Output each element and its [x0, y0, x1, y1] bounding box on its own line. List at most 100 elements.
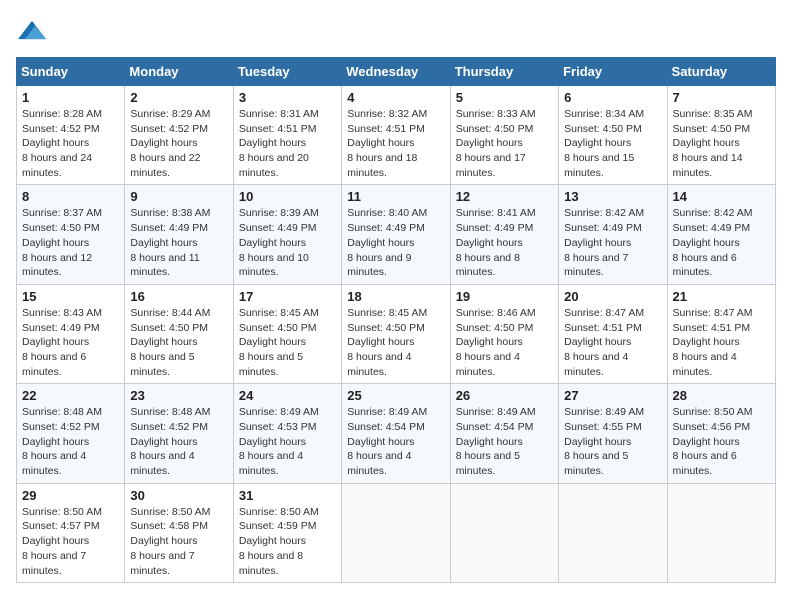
calendar-week-row: 1 Sunrise: 8:28 AMSunset: 4:52 PMDaylight…: [17, 86, 776, 185]
calendar-week-row: 22Sunrise: 8:48 AMSunset: 4:52 PMDayligh…: [17, 384, 776, 483]
calendar-day-cell: 30Sunrise: 8:50 AMSunset: 4:58 PMDayligh…: [125, 483, 233, 582]
calendar-week-row: 15 Sunrise: 8:43 AMSunset: 4:49 PMDayligh…: [17, 284, 776, 383]
day-of-week-header: Wednesday: [342, 58, 450, 86]
day-number: 27: [564, 388, 661, 403]
day-number: 7: [673, 90, 770, 105]
day-info: Sunrise: 8:34 AMSunset: 4:50 PMDaylight …: [564, 107, 661, 180]
calendar-day-cell: [342, 483, 450, 582]
calendar-day-cell: 3 Sunrise: 8:31 AMSunset: 4:51 PMDaylight…: [233, 86, 341, 185]
calendar-day-cell: 12 Sunrise: 8:41 AMSunset: 4:49 PMDayligh…: [450, 185, 558, 284]
day-info: Sunrise: 8:42 AMSunset: 4:49 PMDaylight …: [673, 206, 770, 279]
day-info: Sunrise: 8:47 AMSunset: 4:51 PMDaylight …: [564, 306, 661, 379]
day-number: 10: [239, 189, 336, 204]
logo: [16, 16, 46, 49]
day-info: Sunrise: 8:37 AMSunset: 4:50 PMDaylight …: [22, 206, 119, 279]
calendar-day-cell: 1 Sunrise: 8:28 AMSunset: 4:52 PMDaylight…: [17, 86, 125, 185]
day-of-week-header: Monday: [125, 58, 233, 86]
calendar-day-cell: 29 Sunrise: 8:50 AMSunset: 4:57 PMDayligh…: [17, 483, 125, 582]
calendar-day-cell: [667, 483, 775, 582]
calendar-day-cell: 19Sunrise: 8:46 AMSunset: 4:50 PMDayligh…: [450, 284, 558, 383]
day-info: Sunrise: 8:43 AMSunset: 4:49 PMDaylight …: [22, 306, 119, 379]
calendar-day-cell: 25 Sunrise: 8:49 AMSunset: 4:54 PMDayligh…: [342, 384, 450, 483]
calendar-day-cell: 18 Sunrise: 8:45 AMSunset: 4:50 PMDayligh…: [342, 284, 450, 383]
calendar-day-cell: 24Sunrise: 8:49 AMSunset: 4:53 PMDayligh…: [233, 384, 341, 483]
header: [16, 16, 776, 49]
calendar-day-cell: 27 Sunrise: 8:49 AMSunset: 4:55 PMDayligh…: [559, 384, 667, 483]
day-info: Sunrise: 8:46 AMSunset: 4:50 PMDaylight …: [456, 306, 553, 379]
day-number: 25: [347, 388, 444, 403]
logo-icon: [18, 16, 46, 44]
day-number: 12: [456, 189, 553, 204]
calendar-day-cell: 9 Sunrise: 8:38 AMSunset: 4:49 PMDaylight…: [125, 185, 233, 284]
calendar-day-cell: 5 Sunrise: 8:33 AMSunset: 4:50 PMDaylight…: [450, 86, 558, 185]
calendar-day-cell: 7 Sunrise: 8:35 AMSunset: 4:50 PMDaylight…: [667, 86, 775, 185]
day-number: 28: [673, 388, 770, 403]
day-info: Sunrise: 8:40 AMSunset: 4:49 PMDaylight …: [347, 206, 444, 279]
day-info: Sunrise: 8:33 AMSunset: 4:50 PMDaylight …: [456, 107, 553, 180]
calendar-day-cell: 4 Sunrise: 8:32 AMSunset: 4:51 PMDaylight…: [342, 86, 450, 185]
day-info: Sunrise: 8:49 AMSunset: 4:53 PMDaylight …: [239, 405, 336, 478]
day-info: Sunrise: 8:44 AMSunset: 4:50 PMDaylight …: [130, 306, 227, 379]
day-number: 30: [130, 488, 227, 503]
calendar-day-cell: 15 Sunrise: 8:43 AMSunset: 4:49 PMDayligh…: [17, 284, 125, 383]
day-info: Sunrise: 8:49 AMSunset: 4:54 PMDaylight …: [347, 405, 444, 478]
calendar-day-cell: 31Sunrise: 8:50 AMSunset: 4:59 PMDayligh…: [233, 483, 341, 582]
day-info: Sunrise: 8:47 AMSunset: 4:51 PMDaylight …: [673, 306, 770, 379]
calendar-day-cell: 26 Sunrise: 8:49 AMSunset: 4:54 PMDayligh…: [450, 384, 558, 483]
calendar-day-cell: 13 Sunrise: 8:42 AMSunset: 4:49 PMDayligh…: [559, 185, 667, 284]
day-info: Sunrise: 8:42 AMSunset: 4:49 PMDaylight …: [564, 206, 661, 279]
day-number: 17: [239, 289, 336, 304]
day-number: 6: [564, 90, 661, 105]
calendar-day-cell: 6 Sunrise: 8:34 AMSunset: 4:50 PMDaylight…: [559, 86, 667, 185]
calendar-day-cell: 22Sunrise: 8:48 AMSunset: 4:52 PMDayligh…: [17, 384, 125, 483]
day-info: Sunrise: 8:49 AMSunset: 4:55 PMDaylight …: [564, 405, 661, 478]
day-of-week-header: Saturday: [667, 58, 775, 86]
day-info: Sunrise: 8:32 AMSunset: 4:51 PMDaylight …: [347, 107, 444, 180]
calendar-table: SundayMondayTuesdayWednesdayThursdayFrid…: [16, 57, 776, 583]
day-number: 2: [130, 90, 227, 105]
day-number: 11: [347, 189, 444, 204]
day-info: Sunrise: 8:49 AMSunset: 4:54 PMDaylight …: [456, 405, 553, 478]
calendar-day-cell: 8 Sunrise: 8:37 AMSunset: 4:50 PMDaylight…: [17, 185, 125, 284]
calendar-day-cell: 2 Sunrise: 8:29 AMSunset: 4:52 PMDaylight…: [125, 86, 233, 185]
day-number: 3: [239, 90, 336, 105]
day-number: 4: [347, 90, 444, 105]
day-number: 8: [22, 189, 119, 204]
day-number: 15: [22, 289, 119, 304]
day-number: 18: [347, 289, 444, 304]
day-info: Sunrise: 8:39 AMSunset: 4:49 PMDaylight …: [239, 206, 336, 279]
day-info: Sunrise: 8:50 AMSunset: 4:56 PMDaylight …: [673, 405, 770, 478]
day-info: Sunrise: 8:38 AMSunset: 4:49 PMDaylight …: [130, 206, 227, 279]
calendar-day-cell: 21Sunrise: 8:47 AMSunset: 4:51 PMDayligh…: [667, 284, 775, 383]
day-info: Sunrise: 8:45 AMSunset: 4:50 PMDaylight …: [347, 306, 444, 379]
day-number: 16: [130, 289, 227, 304]
calendar-day-cell: 10 Sunrise: 8:39 AMSunset: 4:49 PMDayligh…: [233, 185, 341, 284]
day-number: 23: [130, 388, 227, 403]
day-number: 14: [673, 189, 770, 204]
day-info: Sunrise: 8:35 AMSunset: 4:50 PMDaylight …: [673, 107, 770, 180]
calendar-day-cell: 28 Sunrise: 8:50 AMSunset: 4:56 PMDayligh…: [667, 384, 775, 483]
day-number: 5: [456, 90, 553, 105]
day-number: 29: [22, 488, 119, 503]
day-info: Sunrise: 8:48 AMSunset: 4:52 PMDaylight …: [130, 405, 227, 478]
day-number: 26: [456, 388, 553, 403]
day-number: 20: [564, 289, 661, 304]
calendar-day-cell: 14 Sunrise: 8:42 AMSunset: 4:49 PMDayligh…: [667, 185, 775, 284]
calendar-day-cell: 16 Sunrise: 8:44 AMSunset: 4:50 PMDayligh…: [125, 284, 233, 383]
day-info: Sunrise: 8:29 AMSunset: 4:52 PMDaylight …: [130, 107, 227, 180]
day-number: 9: [130, 189, 227, 204]
day-info: Sunrise: 8:31 AMSunset: 4:51 PMDaylight …: [239, 107, 336, 180]
day-number: 31: [239, 488, 336, 503]
calendar-header-row: SundayMondayTuesdayWednesdayThursdayFrid…: [17, 58, 776, 86]
day-of-week-header: Tuesday: [233, 58, 341, 86]
day-info: Sunrise: 8:45 AMSunset: 4:50 PMDaylight …: [239, 306, 336, 379]
day-info: Sunrise: 8:28 AMSunset: 4:52 PMDaylight …: [22, 107, 119, 180]
calendar-day-cell: 11 Sunrise: 8:40 AMSunset: 4:49 PMDayligh…: [342, 185, 450, 284]
day-number: 13: [564, 189, 661, 204]
day-info: Sunrise: 8:50 AMSunset: 4:57 PMDaylight …: [22, 505, 119, 578]
day-info: Sunrise: 8:41 AMSunset: 4:49 PMDaylight …: [456, 206, 553, 279]
day-of-week-header: Thursday: [450, 58, 558, 86]
day-number: 1: [22, 90, 119, 105]
calendar-week-row: 29 Sunrise: 8:50 AMSunset: 4:57 PMDayligh…: [17, 483, 776, 582]
calendar-day-cell: [450, 483, 558, 582]
